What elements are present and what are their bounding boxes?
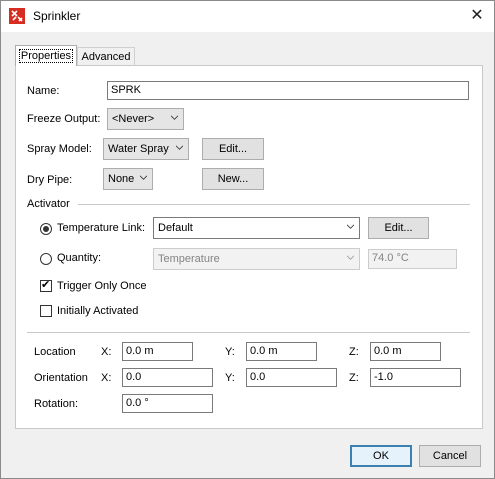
orientation-x-field[interactable]: 0.0 (122, 368, 213, 387)
quantity-amount-field[interactable]: 74.0 °C (368, 249, 457, 269)
quantity-value: Temperature (158, 253, 220, 265)
orientation-y-field[interactable]: 0.0 (246, 368, 337, 387)
chevron-down-icon (140, 175, 147, 180)
location-x-label: X: (101, 346, 112, 358)
sprinkler-app-icon (9, 8, 25, 24)
freeze-output-select[interactable]: <Never> (107, 108, 184, 130)
spray-model-edit-button[interactable]: Edit... (202, 138, 264, 160)
cancel-button[interactable]: Cancel (419, 445, 481, 467)
location-x-field[interactable]: 0.0 m (122, 342, 193, 361)
freeze-output-value: <Never> (112, 113, 155, 125)
orientation-label: Orientation (34, 372, 88, 384)
title-bar: Sprinkler ✕ (1, 1, 494, 32)
sprinkler-app-icon-graphic (11, 10, 23, 22)
initially-activated-label: Initially Activated (57, 305, 139, 317)
close-icon[interactable]: ✕ (467, 5, 487, 27)
dry-pipe-label: Dry Pipe: (27, 174, 73, 186)
activator-divider (78, 204, 470, 205)
name-field[interactable]: SPRK (107, 81, 469, 100)
tab-advanced[interactable]: Advanced (77, 47, 135, 66)
quantity-select[interactable]: Temperature (153, 248, 360, 270)
rotation-field[interactable]: 0.0 ° (122, 394, 213, 413)
location-y-field[interactable]: 0.0 m (246, 342, 317, 361)
spray-model-select[interactable]: Water Spray (103, 138, 189, 160)
temperature-link-label: Temperature Link: (57, 222, 146, 234)
dry-pipe-new-button[interactable]: New... (202, 168, 264, 190)
spray-model-value: Water Spray (108, 143, 169, 155)
temperature-link-edit-button[interactable]: Edit... (368, 217, 429, 239)
ok-button[interactable]: OK (350, 445, 412, 467)
chevron-down-icon (347, 224, 354, 229)
chevron-down-icon (176, 145, 183, 150)
dry-pipe-value: None (108, 173, 135, 185)
trigger-once-label: Trigger Only Once (57, 280, 147, 292)
sprinkler-dialog: Sprinkler ✕ Properties Advanced Name: SP… (0, 0, 495, 479)
initially-activated-checkbox[interactable] (40, 305, 52, 317)
quantity-label: Quantity: (57, 252, 102, 264)
orientation-x-label: X: (101, 372, 112, 384)
location-z-label: Z: (349, 346, 359, 358)
spray-model-label: Spray Model: (27, 143, 92, 155)
chevron-down-icon (171, 115, 178, 120)
temperature-link-select[interactable]: Default (153, 217, 360, 239)
activator-title: Activator (27, 198, 70, 210)
orientation-y-label: Y: (225, 372, 235, 384)
rotation-label: Rotation: (34, 398, 79, 410)
temperature-link-value: Default (158, 222, 193, 234)
checkmark-icon: ✔ (41, 279, 51, 291)
location-label: Location (34, 346, 76, 358)
freeze-output-label: Freeze Output: (27, 113, 101, 125)
name-label: Name: (27, 85, 60, 97)
location-y-label: Y: (225, 346, 235, 358)
location-divider (27, 332, 470, 333)
properties-panel: Name: SPRK Freeze Output: <Never> Spray … (15, 65, 483, 429)
temperature-link-radio[interactable] (40, 223, 52, 235)
orientation-z-field[interactable]: -1.0 (370, 368, 461, 387)
quantity-radio[interactable] (40, 253, 52, 265)
trigger-once-checkbox[interactable]: ✔ (40, 279, 52, 292)
tab-properties[interactable]: Properties (15, 45, 77, 66)
chevron-down-icon (347, 255, 354, 260)
orientation-z-label: Z: (349, 372, 359, 384)
window-title: Sprinkler (33, 9, 81, 23)
dry-pipe-select[interactable]: None (103, 168, 153, 190)
location-z-field[interactable]: 0.0 m (370, 342, 441, 361)
radio-selected-dot (43, 226, 49, 232)
tab-properties-label: Properties (18, 49, 74, 63)
